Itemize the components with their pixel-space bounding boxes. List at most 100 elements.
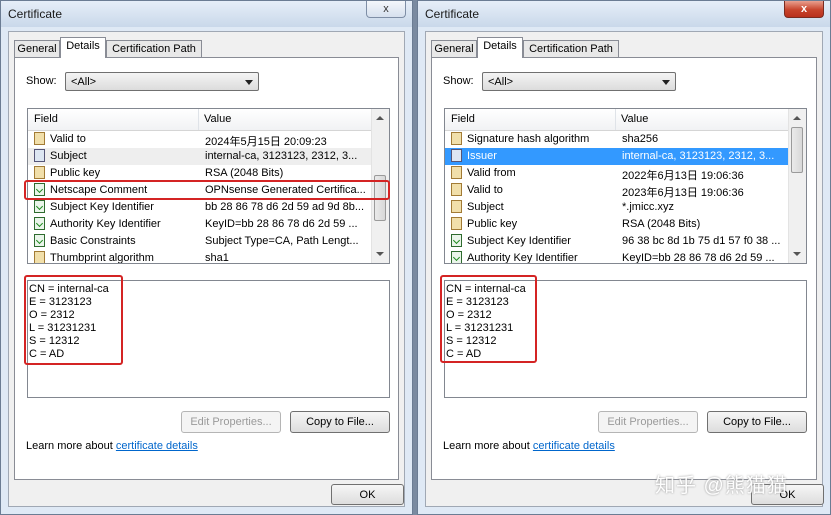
field-name: Public key (50, 167, 101, 179)
detail-line: S = 12312 (446, 335, 497, 347)
detail-line: E = 3123123 (29, 296, 92, 308)
field-detail-box[interactable]: CN = internal-ca E = 3123123 O = 2312 L … (27, 280, 390, 398)
show-label: Show: (443, 75, 474, 87)
list-item[interactable]: Valid to 2024年5月15日 20:09:23 (28, 131, 372, 148)
scroll-thumb[interactable] (374, 175, 386, 221)
certificate-field-icon (451, 132, 462, 145)
vertical-scrollbar[interactable] (371, 109, 389, 263)
show-dropdown-value: <All> (71, 76, 97, 88)
field-value: Subject Type=CA, Path Lengt... (205, 235, 359, 247)
field-name: Subject Key Identifier (50, 201, 154, 213)
field-value: sha1 (205, 252, 229, 263)
list-item[interactable]: Public key RSA (2048 Bits) (445, 216, 789, 233)
field-value: 2024年5月15日 20:09:23 (205, 136, 327, 148)
tab-certification-path[interactable]: Certification Path (523, 40, 619, 57)
field-value: internal-ca, 3123123, 2312, 3... (622, 150, 775, 162)
field-value: 2023年6月13日 19:06:36 (622, 187, 744, 199)
detail-line: E = 3123123 (446, 296, 509, 308)
certificate-details-link[interactable]: certificate details (533, 440, 615, 452)
dialog-body: General Details Certification Path Show:… (8, 31, 405, 507)
title-bar[interactable]: Certificate x (1, 1, 412, 27)
list-header: Field Value (28, 109, 372, 131)
field-name: Basic Constraints (50, 235, 136, 247)
column-header-field[interactable]: Field (34, 113, 58, 125)
field-name: Authority Key Identifier (50, 218, 161, 230)
certificate-window-left: Certificate x General Details Certificat… (0, 0, 413, 515)
field-name: Signature hash algorithm (467, 133, 590, 145)
title-bar[interactable]: Certificate x (418, 1, 830, 27)
scroll-up-arrow-icon[interactable] (376, 116, 384, 120)
dialog-body: General Details Certification Path Show:… (425, 31, 824, 507)
close-button[interactable]: x (366, 1, 406, 18)
column-header-value[interactable]: Value (621, 113, 648, 125)
vertical-scrollbar[interactable] (788, 109, 806, 263)
tab-general[interactable]: General (431, 40, 477, 57)
field-list[interactable]: Field Value Valid to 2024年5月15日 20:09:23 … (27, 108, 390, 264)
detail-line: CN = internal-ca (446, 283, 526, 295)
learn-more-text: Learn more about certificate details (443, 440, 615, 452)
field-name: Public key (467, 218, 518, 230)
list-item[interactable]: Thumbprint algorithm sha1 (28, 250, 372, 263)
list-item[interactable]: Netscape Comment OPNsense Generated Certi… (28, 182, 372, 199)
certificate-field-icon (451, 183, 462, 196)
show-dropdown-value: <All> (488, 76, 514, 88)
list-item[interactable]: Authority Key Identifier KeyID=bb 28 86 7… (445, 250, 789, 263)
field-name: Subject (467, 201, 504, 213)
scroll-up-arrow-icon[interactable] (793, 116, 801, 120)
certificate-window-right: Certificate x General Details Certificat… (417, 0, 831, 515)
certificate-field-icon (34, 251, 45, 263)
column-divider[interactable] (198, 109, 199, 130)
list-item[interactable]: Subject internal-ca, 3123123, 2312, 3... (28, 148, 372, 165)
edit-properties-button[interactable]: Edit Properties... (598, 411, 698, 433)
list-item-selected[interactable]: Issuer internal-ca, 3123123, 2312, 3... (445, 148, 789, 165)
detail-line: L = 31231231 (29, 322, 97, 334)
copy-to-file-button[interactable]: Copy to File... (707, 411, 807, 433)
tab-general[interactable]: General (14, 40, 60, 57)
list-item[interactable]: Subject *.jmicc.xyz (445, 199, 789, 216)
copy-to-file-button[interactable]: Copy to File... (290, 411, 390, 433)
certificate-field-icon (451, 200, 462, 213)
column-divider[interactable] (615, 109, 616, 130)
ok-button[interactable]: OK (331, 484, 404, 505)
field-value: KeyID=bb 28 86 78 d6 2d 59 ... (205, 218, 358, 230)
scroll-thumb[interactable] (791, 127, 803, 173)
list-item[interactable]: Valid from 2022年6月13日 19:06:36 (445, 165, 789, 182)
chevron-down-icon (662, 80, 670, 85)
learn-more-text: Learn more about certificate details (26, 440, 198, 452)
show-dropdown[interactable]: <All> (65, 72, 259, 91)
list-item[interactable]: Valid to 2023年6月13日 19:06:36 (445, 182, 789, 199)
column-header-field[interactable]: Field (451, 113, 475, 125)
detail-line: C = AD (446, 348, 482, 360)
field-name: Valid to (467, 184, 503, 196)
show-label: Show: (26, 75, 57, 87)
field-detail-box[interactable]: CN = internal-ca E = 3123123 O = 2312 L … (444, 280, 807, 398)
list-item[interactable]: Subject Key Identifier bb 28 86 78 d6 2d … (28, 199, 372, 216)
detail-line: O = 2312 (29, 309, 75, 321)
certificate-details-link[interactable]: certificate details (116, 440, 198, 452)
field-name: Issuer (467, 150, 497, 162)
edit-properties-button[interactable]: Edit Properties... (181, 411, 281, 433)
tab-details[interactable]: Details (477, 37, 523, 58)
tab-details[interactable]: Details (60, 37, 106, 58)
field-value: *.jmicc.xyz (622, 201, 674, 213)
column-header-value[interactable]: Value (204, 113, 231, 125)
list-item[interactable]: Basic Constraints Subject Type=CA, Path L… (28, 233, 372, 250)
certificate-field-icon (34, 166, 45, 179)
field-name: Subject Key Identifier (467, 235, 571, 247)
field-list[interactable]: Field Value Signature hash algorithm sha2… (444, 108, 807, 264)
show-dropdown[interactable]: <All> (482, 72, 676, 91)
close-button[interactable]: x (784, 1, 824, 18)
list-item[interactable]: Subject Key Identifier 96 38 bc 8d 1b 75 … (445, 233, 789, 250)
detail-line: L = 31231231 (446, 322, 514, 334)
scroll-down-arrow-icon[interactable] (793, 252, 801, 256)
list-item[interactable]: Authority Key Identifier KeyID=bb 28 86 7… (28, 216, 372, 233)
tab-certification-path[interactable]: Certification Path (106, 40, 202, 57)
window-title: Certificate (425, 7, 480, 21)
list-item[interactable]: Signature hash algorithm sha256 (445, 131, 789, 148)
list-item[interactable]: Public key RSA (2048 Bits) (28, 165, 372, 182)
field-value: bb 28 86 78 d6 2d 59 ad 9d 8b... (205, 201, 365, 213)
certificate-field-icon (451, 217, 462, 230)
field-name: Thumbprint algorithm (50, 252, 154, 263)
scroll-down-arrow-icon[interactable] (376, 252, 384, 256)
field-value: KeyID=bb 28 86 78 d6 2d 59 ... (622, 252, 775, 263)
